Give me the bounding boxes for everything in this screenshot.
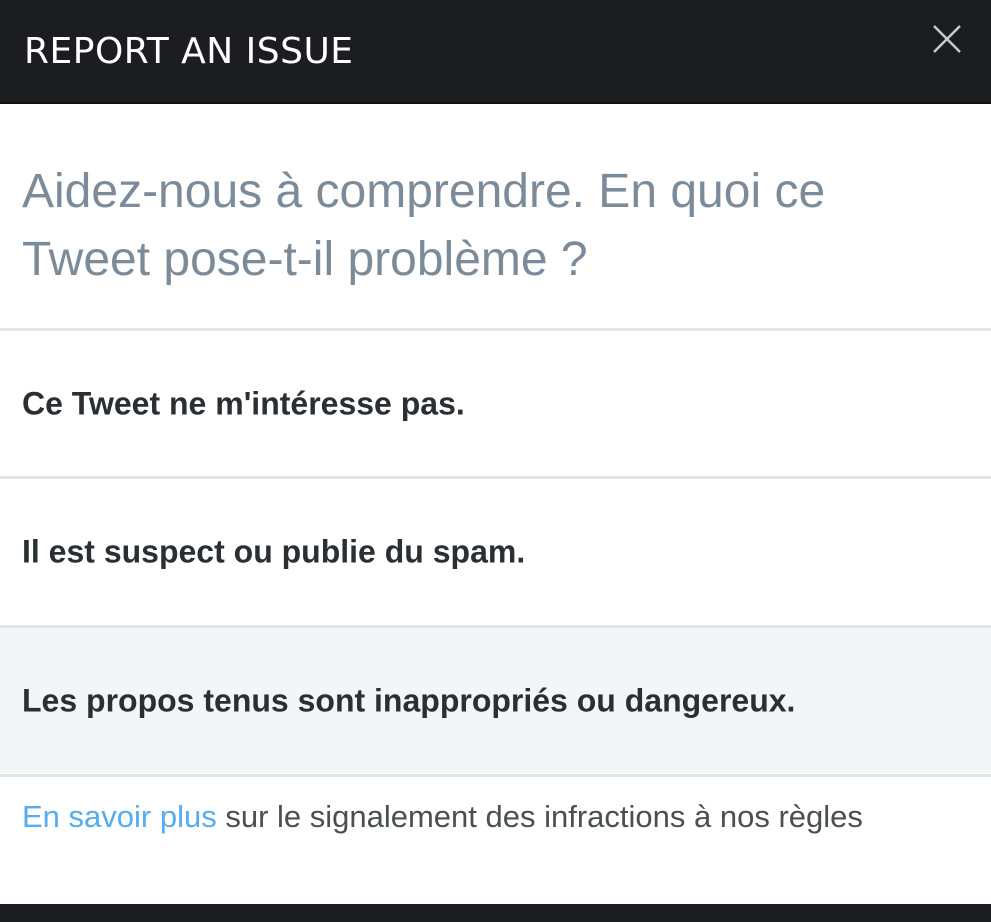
option-spam[interactable]: Il est suspect ou publie du spam. [0,479,991,624]
option-inappropriate[interactable]: Les propos tenus sont inappropriés ou da… [0,628,991,773]
report-dialog: REPORT AN ISSUE Aidez-nous à comprendre.… [0,0,991,904]
question-heading: Aidez-nous à comprendre. En quoi ce Twee… [22,165,826,286]
dialog-title: REPORT AN ISSUE [24,31,354,72]
close-icon [933,25,961,53]
option-label: Les propos tenus sont inappropriés ou da… [22,682,796,718]
bottom-bar [0,904,991,922]
footer-note: En savoir plus sur le signalement des in… [22,797,863,837]
option-not-interested[interactable]: Ce Tweet ne m'intéresse pas. [0,331,991,476]
footer-text: sur le signalement des infractions à nos… [216,799,863,834]
dialog-header: REPORT AN ISSUE [0,0,991,104]
option-label: Il est suspect ou publie du spam. [22,533,526,569]
close-button[interactable] [924,16,970,62]
divider [0,774,991,777]
learn-more-link[interactable]: En savoir plus [22,799,217,834]
option-label: Ce Tweet ne m'intéresse pas. [22,385,465,421]
